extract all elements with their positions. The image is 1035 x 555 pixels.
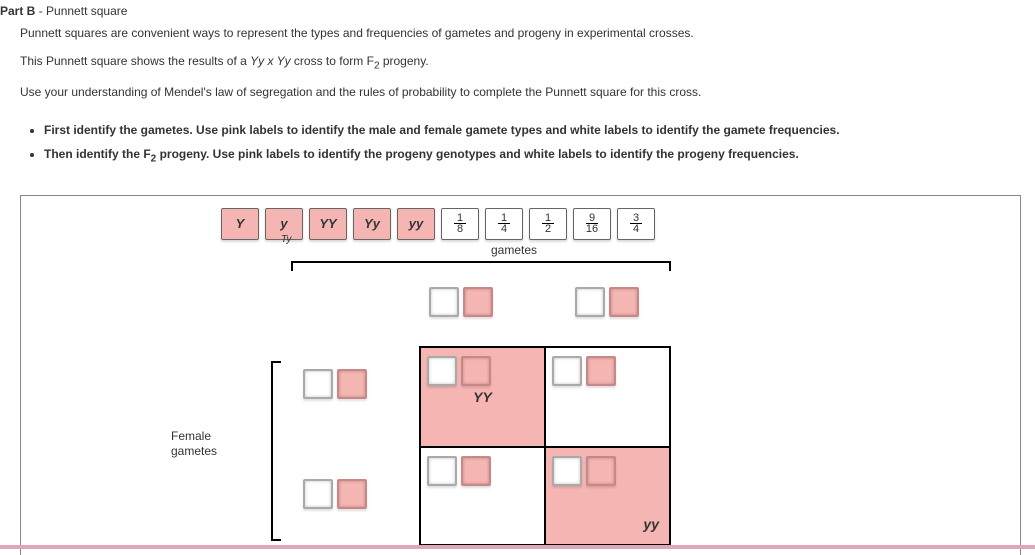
workspace: Y y YY Yy yy 18 14 12 916 34 Ty gametes … (20, 195, 1021, 555)
male-gamete-1-freq-slot[interactable] (429, 287, 459, 317)
female-gamete-1-type-slot[interactable] (337, 369, 367, 399)
part-header: Part B - Punnett square (0, 4, 1035, 24)
progeny-0-0-freq-slot[interactable] (427, 356, 457, 386)
female-gamete-1-slots (303, 369, 367, 399)
paragraph-3: Use your understanding of Mendel's law o… (0, 83, 1035, 111)
progeny-cell-1-0[interactable] (419, 446, 544, 546)
progeny-cell-0-0[interactable]: YY (419, 346, 544, 446)
male-gamete-1-slots (429, 287, 493, 317)
bottom-accent-bar (0, 545, 1035, 549)
progeny-0-1-type-slot[interactable] (586, 356, 616, 386)
female-gamete-2-freq-slot[interactable] (303, 479, 333, 509)
progeny-cell-0-1[interactable] (544, 346, 669, 446)
punnett-grid: YY (419, 346, 671, 546)
progeny-1-0-freq-slot[interactable] (427, 456, 457, 486)
tile-9-16[interactable]: 916 (573, 208, 611, 240)
bullet-2: Then identify the F2 progeny. Use pink l… (44, 147, 1035, 174)
paragraph-2: This Punnett square shows the results of… (0, 52, 1035, 83)
tile-Y[interactable]: Y (221, 208, 259, 240)
female-gamete-2-slots (303, 479, 367, 509)
female-gametes-label: Female gametes (171, 429, 217, 460)
female-gamete-bracket (271, 361, 273, 541)
tile-3-4[interactable]: 34 (617, 208, 655, 240)
female-gamete-1-freq-slot[interactable] (303, 369, 333, 399)
tile-1-4[interactable]: 14 (485, 208, 523, 240)
male-gamete-2-type-slot[interactable] (609, 287, 639, 317)
male-gamete-bracket (291, 261, 671, 263)
progeny-0-0-type-slot[interactable] (461, 356, 491, 386)
female-gamete-2-type-slot[interactable] (337, 479, 367, 509)
progeny-1-0-type-slot[interactable] (461, 456, 491, 486)
progeny-cell-1-1[interactable]: yy (544, 446, 669, 546)
instruction-bullets: First identify the gametes. Use pink lab… (0, 123, 1035, 182)
male-gamete-2-slots (575, 287, 639, 317)
male-gamete-1-type-slot[interactable] (463, 287, 493, 317)
progeny-1-1-freq-slot[interactable] (552, 456, 582, 486)
part-label: Part B (0, 4, 35, 18)
bullet-1: First identify the gametes. Use pink lab… (44, 123, 1035, 147)
tile-yy[interactable]: yy (397, 208, 435, 240)
part-title: Punnett square (46, 4, 127, 18)
progeny-0-0-prefilled: YY (473, 389, 492, 405)
progeny-0-1-freq-slot[interactable] (552, 356, 582, 386)
ty-artifact: Ty (281, 234, 291, 245)
tile-1-8[interactable]: 18 (441, 208, 479, 240)
paragraph-1: Punnett squares are convenient ways to r… (0, 24, 1035, 52)
label-bank: Y y YY Yy yy 18 14 12 916 34 (221, 208, 1010, 240)
tile-Yy[interactable]: Yy (353, 208, 391, 240)
progeny-1-1-prefilled: yy (643, 516, 659, 532)
male-gamete-2-freq-slot[interactable] (575, 287, 605, 317)
progeny-1-1-type-slot[interactable] (586, 456, 616, 486)
male-gametes-label: gametes (491, 243, 537, 257)
tile-YY[interactable]: YY (309, 208, 347, 240)
tile-1-2[interactable]: 12 (529, 208, 567, 240)
